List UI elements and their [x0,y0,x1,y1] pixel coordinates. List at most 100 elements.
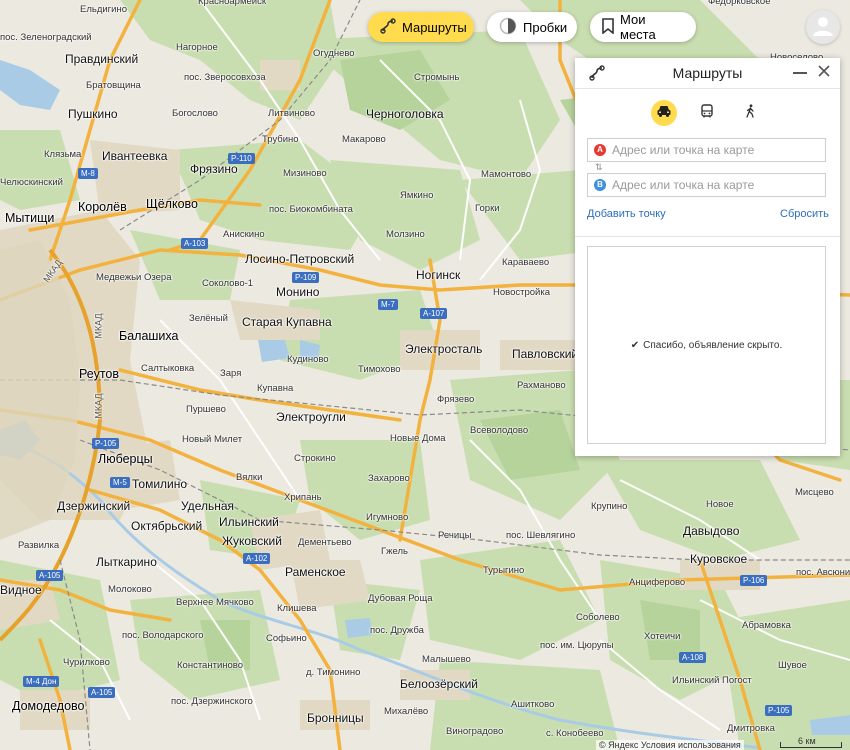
map-label-place[interactable]: Люберцы [98,453,153,466]
map-label-place[interactable]: Фрязево [437,394,474,406]
map-label-place[interactable]: Анциферово [629,577,685,589]
map-label-place[interactable]: Федорковское [708,0,770,8]
map-label-place[interactable]: Братовщина [86,80,141,92]
map-label-place[interactable]: Караваево [502,257,549,269]
map-label-place[interactable]: пос. Володарского [122,630,204,642]
map-label-place[interactable]: Турыгино [483,565,524,577]
map-label-place[interactable]: Мытищи [5,212,54,225]
map-label-place[interactable]: Богослово [172,108,218,120]
map-label-place[interactable]: Игумново [366,512,408,524]
map-label-place[interactable]: Литвиново [268,108,315,120]
map-label-place[interactable]: Лыткарино [96,556,157,568]
map-label-place[interactable]: пос. Дружба [370,625,424,637]
map-label-place[interactable]: Горки [475,203,500,215]
map-label-place[interactable]: Ногинск [416,269,460,281]
map-label-place[interactable]: Виноградово [446,726,503,738]
map-label-place[interactable]: пос. Дзержинского [171,696,253,708]
map-label-place[interactable]: Жуковский [222,535,282,547]
map-label-place[interactable]: Абрамовка [742,620,791,632]
map-label-place[interactable]: Чурилково [63,657,110,669]
my-places-button[interactable]: Мои места [590,12,696,42]
minimize-icon[interactable] [793,72,807,74]
map-label-place[interactable]: Ямкино [400,190,433,202]
map-label-place[interactable]: Шувое [778,660,807,672]
map-label-place[interactable]: Новый Милет [182,434,242,446]
traffic-button[interactable]: Пробки [487,12,577,42]
routes-button[interactable]: Маршруты [368,12,474,42]
map-label-place[interactable]: Хрипань [284,492,322,504]
map-label-place[interactable]: Развилка [18,540,59,552]
close-icon[interactable] [817,64,831,83]
map-label-place[interactable]: Правдинский [65,53,138,65]
map-label-place[interactable]: Пуршево [186,404,226,416]
map-label-place[interactable]: Электросталь [405,343,482,355]
map-label-place[interactable]: Малышево [422,654,471,666]
map-label-place[interactable]: пос. Шевлягино [506,530,575,542]
map-label-place[interactable]: Новое [706,499,734,511]
map-label-place[interactable]: Зелёный [189,313,228,325]
map-label-place[interactable]: Соболево [576,612,620,624]
map-label-place[interactable]: пос. Биокомбината [269,204,353,216]
map-label-place[interactable]: Удельная [181,500,234,512]
map-label-place[interactable]: Мисцево [795,487,834,499]
map-label-place[interactable]: Щёлково [146,198,198,211]
swap-points-icon[interactable]: ⇅ [595,162,603,173]
map-label-place[interactable]: Салтыковка [141,363,194,375]
map-label-place[interactable]: Стромынь [414,72,459,84]
map-label-place[interactable]: с. Конобеево [546,728,604,740]
map-label-place[interactable]: Монино [276,286,319,298]
map-label-place[interactable]: Верхнее Мячково [176,597,254,609]
map-label-place[interactable]: Купавна [257,383,293,395]
map-label-place[interactable]: Ашитково [511,699,554,711]
map-label-place[interactable]: Ивантеевка [102,150,167,162]
map-label-place[interactable]: Видное [0,584,42,596]
map-label-place[interactable]: Вялки [236,472,262,484]
map-label-place[interactable]: пос. Зеленоградский [0,32,92,44]
point-b-field[interactable]: B [587,173,826,197]
map-label-place[interactable]: Молоково [108,584,152,596]
map-label-place[interactable]: Трубино [262,134,299,146]
copyright-text[interactable]: © Яндекс Условия использования [596,740,744,750]
map-label-place[interactable]: Соколово-1 [202,278,253,290]
map-label-place[interactable]: пос. Зверосовхоза [184,72,266,84]
map-label-place[interactable]: Реутов [79,368,119,381]
map-label-place[interactable]: Речицы [438,530,471,542]
map-label-place[interactable]: Балашиха [119,330,178,343]
map-label-place[interactable]: Крупино [591,501,627,513]
map-label-place[interactable]: Захарово [368,473,410,485]
map-label-place[interactable]: Молзино [386,229,425,241]
map-label-place[interactable]: Хотеичи [644,631,680,643]
walk-mode-button[interactable] [737,100,763,126]
map-label-place[interactable]: Белоозёрский [400,678,478,690]
map-label-place[interactable]: Фрязино [190,163,238,175]
map-label-place[interactable]: Клязьма [44,149,81,161]
map-label-place[interactable]: Раменское [285,566,346,578]
map-label-place[interactable]: Константиново [177,660,243,672]
add-point-link[interactable]: Добавить точку [587,208,666,220]
map-label-place[interactable]: Октябрьский [131,520,202,532]
map-label-place[interactable]: пос. им. Цюрупы [540,640,614,652]
map-label-place[interactable]: Красноармейск [198,0,266,8]
map-label-place[interactable]: Михалёво [384,706,428,718]
map-label-place[interactable]: Черноголовка [366,108,444,120]
reset-link[interactable]: Сбросить [780,208,829,220]
map-label-place[interactable]: Домодедово [12,700,85,713]
map-label-place[interactable]: д. Тимонино [306,667,360,679]
map-label-place[interactable]: Давыдово [683,525,739,537]
map-label-place[interactable]: Ильинский Погост [672,675,752,687]
map-label-place[interactable]: Макарово [342,134,386,146]
map-label-place[interactable]: Огуднево [313,48,355,60]
map-label-place[interactable]: Тимохово [358,364,401,376]
map-label-place[interactable]: Электроугли [276,411,346,423]
map-label-place[interactable]: Софьино [266,633,307,645]
map-label-place[interactable]: пос. Авсюнино [796,567,850,579]
map-label-place[interactable]: Бронницы [307,712,364,724]
map-label-place[interactable]: Клишева [277,603,317,615]
car-mode-button[interactable] [651,100,677,126]
map-label-place[interactable]: Королёв [78,201,127,214]
map-label-place[interactable]: Дмитровка [727,723,775,735]
map-label-place[interactable]: Всеволодово [470,425,528,437]
map-label-place[interactable]: Мизиново [283,168,327,180]
map-label-place[interactable]: Заря [220,368,241,380]
map-label-place[interactable]: Новые Дома [390,433,446,445]
